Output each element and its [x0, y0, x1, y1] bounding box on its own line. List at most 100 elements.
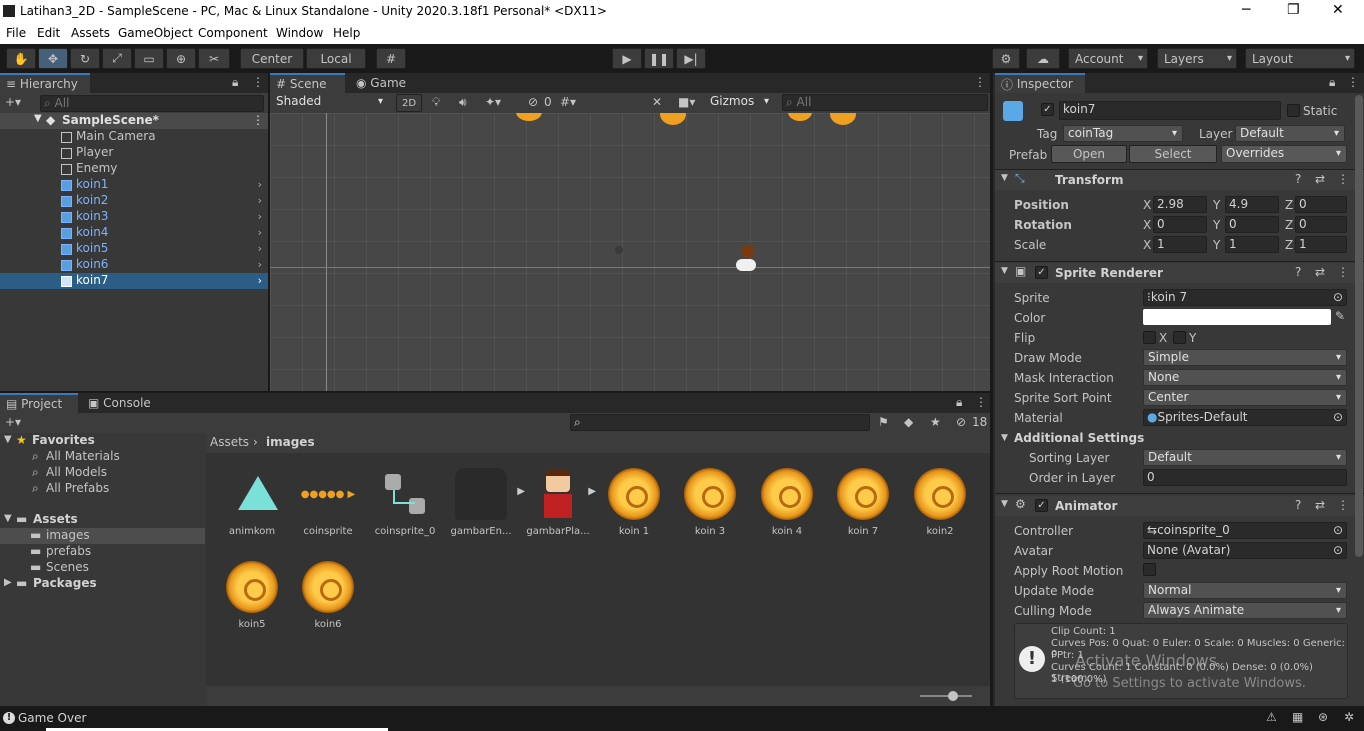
gizmos-dropdown[interactable]: Gizmos: [706, 94, 774, 111]
scale-tool-icon[interactable]: ⤢: [102, 48, 132, 69]
expand-icon[interactable]: ▼: [4, 434, 12, 445]
rect-tool-icon[interactable]: ▭: [134, 48, 164, 69]
object-picker-icon[interactable]: ⊙: [1333, 543, 1343, 558]
more-icon[interactable]: ⋮: [975, 395, 987, 409]
maximize-button[interactable]: ❐: [1287, 2, 1300, 18]
pivot-local-button[interactable]: Local: [306, 48, 366, 69]
status-message[interactable]: Game Over: [18, 711, 86, 725]
collapse-icon[interactable]: ▶: [4, 577, 12, 588]
hierarchy-item[interactable]: koin2 ›: [0, 193, 268, 209]
chevron-right-icon[interactable]: ›: [258, 226, 262, 239]
hierarchy-item[interactable]: Main Camera: [0, 129, 268, 145]
overrides-dropdown[interactable]: Overrides: [1221, 145, 1347, 163]
hidden-objects-icon[interactable]: ⊘: [528, 95, 538, 109]
position-y-field[interactable]: 4.9: [1225, 196, 1279, 213]
chevron-right-icon[interactable]: ›: [258, 210, 262, 223]
add-icon[interactable]: +▾: [5, 95, 21, 109]
2d-toggle[interactable]: 2D: [396, 94, 422, 112]
position-z-field[interactable]: 0: [1295, 196, 1347, 213]
menu-edit[interactable]: Edit: [37, 26, 60, 40]
favorite-icon[interactable]: ★: [930, 415, 941, 429]
lock-icon[interactable]: 🔒︎: [956, 395, 962, 410]
menu-file[interactable]: File: [6, 26, 26, 40]
help-icon[interactable]: ?: [1295, 498, 1301, 512]
object-name-field[interactable]: koin7: [1059, 101, 1281, 120]
preset-icon[interactable]: ⇄: [1315, 265, 1325, 279]
hierarchy-search-input[interactable]: ⌕ All: [40, 95, 264, 112]
zoom-slider-track[interactable]: [920, 695, 972, 697]
prefab-open-button[interactable]: Open: [1051, 145, 1127, 163]
order-in-layer-field[interactable]: 0: [1143, 469, 1347, 486]
favorite-item[interactable]: All Materials: [46, 449, 120, 463]
sprite-field[interactable]: ⁝koin 7 ⊙: [1143, 289, 1347, 306]
scene-search-input[interactable]: ⌕ All: [782, 94, 988, 111]
help-icon[interactable]: ?: [1295, 265, 1301, 279]
preset-icon[interactable]: ⇄: [1315, 172, 1325, 186]
coin-sprite[interactable]: [830, 113, 856, 125]
more-icon[interactable]: ⋮: [252, 113, 264, 127]
sort-point-dropdown[interactable]: Center: [1143, 389, 1347, 406]
expand-icon[interactable]: ▼: [1001, 499, 1008, 509]
sprite-renderer-enabled-checkbox[interactable]: ✓: [1035, 266, 1048, 279]
culling-mode-dropdown[interactable]: Always Animate: [1143, 602, 1347, 619]
asset-item[interactable]: coinsprite_0: [370, 468, 440, 537]
hierarchy-item[interactable]: koin1 ›: [0, 177, 268, 193]
breadcrumb-root[interactable]: Assets: [210, 435, 249, 449]
asset-item[interactable]: ▶ gambarPla...: [523, 468, 596, 537]
asset-item[interactable]: koin 7: [828, 468, 898, 537]
lighting-icon[interactable]: 💡︎: [432, 95, 440, 110]
additional-settings-label[interactable]: Additional Settings: [1014, 431, 1144, 445]
rotate-tool-icon[interactable]: ↻: [70, 48, 100, 69]
folder-row-selected[interactable]: ▬ images: [0, 528, 205, 544]
add-icon[interactable]: +▾: [5, 415, 21, 429]
asset-item[interactable]: koin2: [905, 468, 975, 537]
menu-component[interactable]: Component: [198, 26, 268, 40]
tab-game[interactable]: ◉ Game: [350, 73, 420, 93]
hidden-packages-icon[interactable]: ⊘: [956, 415, 966, 429]
pivot-center-button[interactable]: Center: [240, 48, 304, 69]
packages-folder[interactable]: Packages: [33, 576, 97, 590]
object-picker-icon[interactable]: ⊙: [1333, 410, 1343, 425]
tag-dropdown[interactable]: coinTag: [1063, 125, 1183, 142]
active-checkbox[interactable]: ✓: [1041, 103, 1054, 116]
hierarchy-item[interactable]: koin3 ›: [0, 209, 268, 225]
sorting-layer-dropdown[interactable]: Default: [1143, 449, 1347, 466]
asset-item[interactable]: animkom: [217, 468, 287, 537]
draw-mode-dropdown[interactable]: Simple: [1143, 349, 1347, 366]
filter-type-icon[interactable]: ⚑: [878, 415, 889, 429]
more-icon[interactable]: ⋮: [974, 75, 986, 89]
expand-icon[interactable]: ▼: [1001, 433, 1008, 443]
controller-field[interactable]: ⇆coinsprite_0 ⊙: [1143, 522, 1347, 539]
menu-window[interactable]: Window: [276, 26, 323, 40]
chevron-right-icon[interactable]: ›: [258, 242, 262, 255]
apply-root-motion-checkbox[interactable]: [1143, 563, 1156, 576]
animator-header[interactable]: ▼ ⚙ ✓ Animator ? ⇄ ⋮: [995, 496, 1364, 516]
transform-header[interactable]: ▼ ⤡ Transform ? ⇄ ⋮: [995, 170, 1364, 190]
rotation-y-field[interactable]: 0: [1225, 216, 1279, 233]
preset-icon[interactable]: ⇄: [1315, 498, 1325, 512]
avatar-field[interactable]: None (Avatar) ⊙: [1143, 542, 1347, 559]
mask-interaction-dropdown[interactable]: None: [1143, 369, 1347, 386]
chevron-right-icon[interactable]: ›: [258, 274, 262, 287]
filter-label-icon[interactable]: ◆: [904, 415, 913, 429]
scale-z-field[interactable]: 1: [1295, 236, 1347, 253]
move-tool-icon[interactable]: ✥: [38, 48, 68, 69]
camera-icon[interactable]: ■▾: [678, 95, 695, 109]
tab-console[interactable]: ▣ Console: [82, 393, 160, 413]
debug-icon[interactable]: ⊛: [1318, 710, 1328, 724]
hierarchy-item[interactable]: koin6 ›: [0, 257, 268, 273]
tab-scene[interactable]: # Scene: [270, 73, 345, 93]
flip-x-checkbox[interactable]: [1143, 331, 1156, 344]
asset-item[interactable]: ●●●●● ▶ coinsprite: [293, 468, 363, 538]
object-picker-icon[interactable]: ⊙: [1333, 523, 1343, 538]
bug-icon[interactable]: ✲: [1344, 710, 1354, 724]
asset-item[interactable]: koin 3: [675, 468, 745, 537]
lock-icon[interactable]: 🔒︎: [232, 75, 238, 90]
auto-generate-lighting-icon[interactable]: ⚠: [1266, 710, 1277, 724]
coin-sprite[interactable]: [788, 113, 812, 121]
asset-item[interactable]: koin6: [293, 561, 363, 630]
layer-dropdown[interactable]: Default: [1235, 125, 1345, 142]
custom-tool-icon[interactable]: ✂: [198, 48, 230, 69]
position-x-field[interactable]: 2.98: [1153, 196, 1207, 213]
enemy-sprite[interactable]: [615, 246, 623, 254]
